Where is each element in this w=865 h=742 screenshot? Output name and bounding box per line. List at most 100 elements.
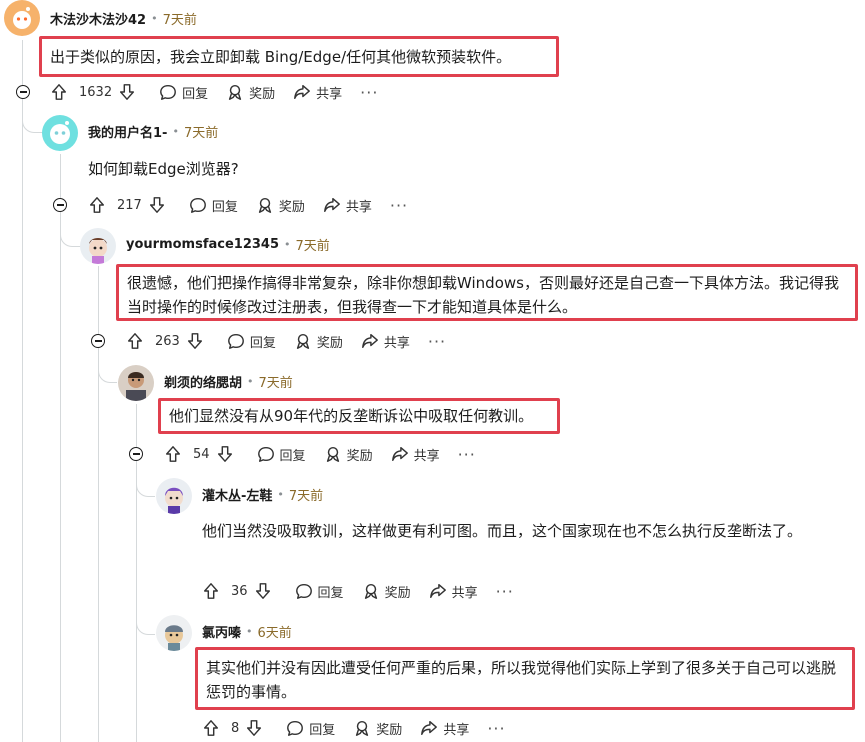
- separator-dot: •: [172, 124, 179, 138]
- downvote-button[interactable]: [148, 196, 171, 214]
- upvote-icon: [203, 583, 219, 599]
- comment-icon: [295, 583, 312, 599]
- separator-dot: •: [246, 624, 253, 638]
- comment-time[interactable]: 7天前: [296, 235, 330, 254]
- reply-label: 回复: [317, 585, 344, 601]
- comment-time[interactable]: 7天前: [184, 122, 218, 141]
- share-label: 共享: [345, 199, 372, 215]
- comment-author[interactable]: 我的用户名1-: [88, 122, 167, 141]
- avatar[interactable]: [80, 228, 116, 264]
- upvote-icon: [51, 84, 67, 100]
- comment-time[interactable]: 6天前: [258, 622, 292, 641]
- upvote-button[interactable]: [126, 332, 149, 350]
- reply-button[interactable]: 回复: [159, 83, 208, 102]
- snoo-avatar-icon: [165, 487, 183, 514]
- upvote-button[interactable]: [202, 582, 225, 600]
- separator-dot: •: [247, 374, 254, 388]
- thread-line: [60, 154, 61, 742]
- more-options-button[interactable]: ···: [496, 582, 514, 601]
- award-label: 奖励: [249, 86, 276, 102]
- downvote-icon: [149, 197, 164, 213]
- downvote-button[interactable]: [245, 719, 268, 737]
- award-button[interactable]: 奖励: [294, 332, 343, 351]
- comment-time[interactable]: 7天前: [289, 485, 323, 504]
- reply-label: 回复: [211, 199, 238, 215]
- share-button[interactable]: 共享: [391, 445, 440, 464]
- avatar[interactable]: [156, 615, 192, 651]
- downvote-icon: [255, 583, 270, 599]
- vote-count: 8: [231, 720, 240, 736]
- award-button[interactable]: 奖励: [353, 719, 402, 738]
- comment-author[interactable]: yourmomsface12345: [126, 237, 279, 252]
- avatar[interactable]: [156, 478, 192, 514]
- award-label: 奖励: [346, 448, 373, 464]
- avatar[interactable]: [42, 115, 78, 151]
- thread-curve: [60, 216, 81, 247]
- comment-time[interactable]: 7天前: [259, 372, 293, 391]
- comment-time[interactable]: 7天前: [163, 9, 197, 28]
- share-button[interactable]: 共享: [429, 582, 478, 601]
- upvote-button[interactable]: [50, 83, 73, 101]
- reply-label: 回复: [249, 335, 276, 351]
- more-options-button[interactable]: ···: [428, 332, 446, 351]
- avatar[interactable]: [118, 365, 154, 401]
- downvote-button[interactable]: [118, 83, 141, 101]
- collapse-thread-button[interactable]: [53, 198, 67, 212]
- downvote-button[interactable]: [186, 332, 209, 350]
- share-label: 共享: [316, 86, 343, 102]
- collapse-thread-button[interactable]: [91, 334, 105, 348]
- share-button[interactable]: 共享: [420, 719, 469, 738]
- share-button[interactable]: 共享: [323, 196, 372, 215]
- downvote-icon: [247, 720, 262, 736]
- award-label: 奖励: [278, 199, 305, 215]
- award-button[interactable]: 奖励: [362, 582, 411, 601]
- reply-button[interactable]: 回复: [295, 582, 344, 601]
- separator-dot: •: [284, 237, 291, 251]
- upvote-icon: [203, 720, 219, 736]
- reply-button[interactable]: 回复: [189, 196, 238, 215]
- downvote-icon: [217, 446, 232, 462]
- reply-button[interactable]: 回复: [257, 445, 306, 464]
- award-button[interactable]: 奖励: [226, 83, 275, 102]
- upvote-button[interactable]: [202, 719, 225, 737]
- reply-button[interactable]: 回复: [286, 719, 335, 738]
- more-options-button[interactable]: ···: [360, 83, 378, 102]
- award-button[interactable]: 奖励: [324, 445, 373, 464]
- comment-icon: [160, 84, 177, 100]
- vote-count: 1632: [79, 84, 113, 100]
- reply-label: 回复: [279, 448, 306, 464]
- vote-count: 36: [231, 583, 248, 599]
- comment-author[interactable]: 木法沙木法沙42: [50, 9, 146, 28]
- avatar[interactable]: [4, 0, 40, 36]
- reply-button[interactable]: 回复: [227, 332, 276, 351]
- downvote-icon: [120, 84, 135, 100]
- share-label: 共享: [383, 335, 410, 351]
- upvote-icon: [165, 446, 181, 462]
- award-label: 奖励: [384, 585, 411, 601]
- more-options-button[interactable]: ···: [458, 445, 476, 464]
- upvote-button[interactable]: [88, 196, 111, 214]
- more-options-button[interactable]: ···: [487, 719, 505, 738]
- upvote-icon: [89, 197, 105, 213]
- comment-author[interactable]: 氯丙嗪: [202, 622, 241, 641]
- upvote-button[interactable]: [164, 445, 187, 463]
- share-icon: [421, 720, 438, 736]
- comment-author[interactable]: 剃须的络腮胡: [164, 372, 242, 391]
- collapse-thread-button[interactable]: [129, 447, 143, 461]
- comment-body: 出于类似的原因，我会立即卸载 Bing/Edge/任何其他微软预装软件。: [39, 36, 559, 77]
- share-button[interactable]: 共享: [361, 332, 410, 351]
- award-label: 奖励: [376, 722, 403, 738]
- award-label: 奖励: [316, 335, 343, 351]
- award-button[interactable]: 奖励: [256, 196, 305, 215]
- collapse-thread-button[interactable]: [16, 85, 30, 99]
- share-button[interactable]: 共享: [293, 83, 342, 102]
- downvote-button[interactable]: [254, 582, 277, 600]
- comment-icon: [227, 333, 244, 349]
- comment-body: 他们显然没有从90年代的反垄断诉讼中吸取任何教训。: [158, 398, 560, 434]
- thread-line: [22, 40, 23, 742]
- downvote-button[interactable]: [216, 445, 239, 463]
- more-options-button[interactable]: ···: [390, 196, 408, 215]
- comment-author[interactable]: 灌木丛-左鞋: [202, 485, 272, 504]
- reply-label: 回复: [182, 86, 209, 102]
- award-icon: [296, 333, 309, 349]
